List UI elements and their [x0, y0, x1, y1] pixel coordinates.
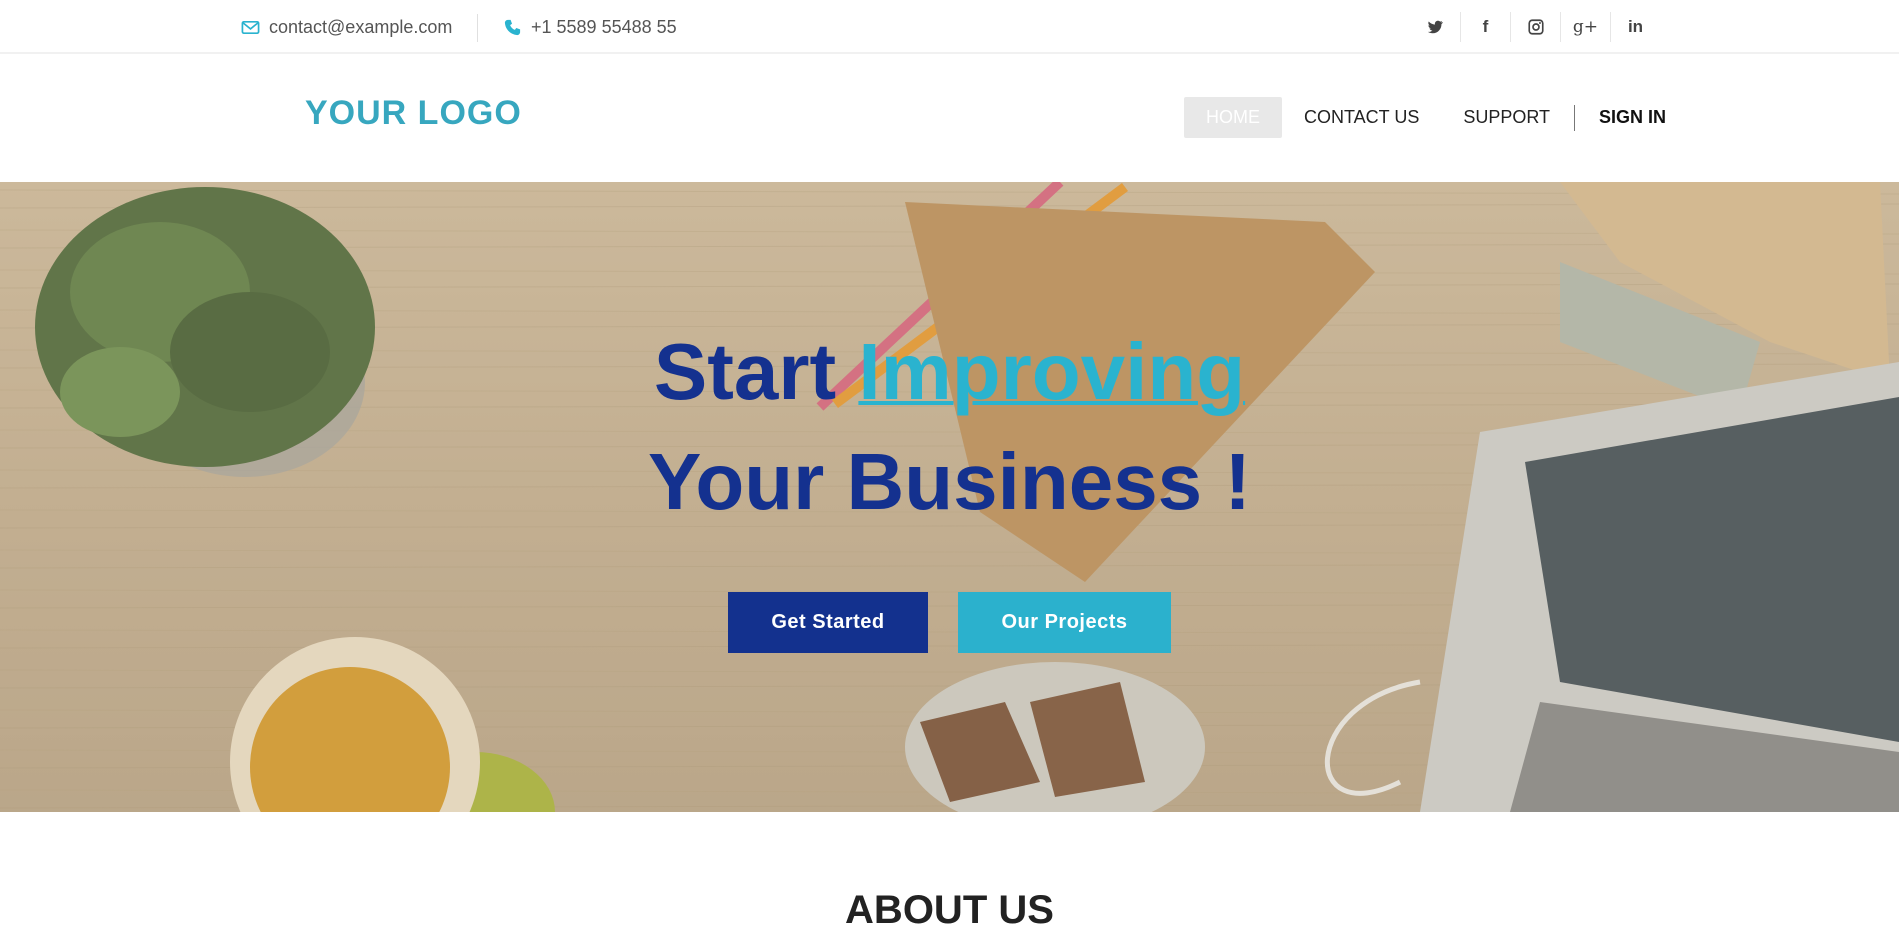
google-plus-icon: g+	[1572, 17, 1599, 37]
nav-sign-in[interactable]: SIGN IN	[1577, 97, 1688, 138]
twitter-link[interactable]	[1410, 12, 1460, 42]
twitter-icon	[1427, 20, 1443, 34]
instagram-icon	[1527, 19, 1544, 35]
instagram-link[interactable]	[1510, 12, 1560, 42]
about-us-heading: ABOUT US	[845, 888, 1054, 932]
our-projects-button[interactable]: Our Projects	[958, 592, 1171, 653]
phone-icon	[504, 19, 521, 35]
nav-support[interactable]: SUPPORT	[1441, 97, 1572, 138]
nav-contact-us[interactable]: CONTACT US	[1282, 97, 1441, 138]
social-links: f g+ in	[1410, 12, 1660, 42]
site-header: YOUR LOGO HOME CONTACT US SUPPORT SIGN I…	[0, 54, 1899, 182]
linkedin-link[interactable]: in	[1610, 12, 1660, 42]
top-contact-bar: contact@example.com +1 5589 55488 55 f g…	[0, 0, 1899, 54]
contact-divider	[477, 14, 478, 42]
contact-phone[interactable]: +1 5589 55488 55	[503, 16, 677, 38]
hero-section: Start Improving Your Business ! Get Star…	[0, 182, 1899, 812]
get-started-button[interactable]: Get Started	[728, 592, 928, 653]
contact-email-text: contact@example.com	[269, 16, 453, 37]
contact-phone-text: +1 5589 55488 55	[531, 16, 677, 37]
main-nav: HOME CONTACT US SUPPORT SIGN IN	[1184, 97, 1688, 138]
contact-email[interactable]: contact@example.com	[241, 16, 452, 38]
hero-title-line-2: Your Business !	[647, 437, 1252, 526]
linkedin-icon: in	[1627, 17, 1644, 36]
hero-title-accent: Improving	[858, 327, 1246, 416]
hero-title-start: Start	[653, 327, 837, 416]
nav-home[interactable]: HOME	[1184, 97, 1282, 138]
site-logo[interactable]: YOUR LOGO	[305, 94, 522, 133]
google-plus-link[interactable]: g+	[1560, 12, 1610, 42]
hero-title-line-1: Start Improving	[0, 317, 1899, 427]
facebook-link[interactable]: f	[1460, 12, 1510, 42]
facebook-icon: f	[1482, 17, 1489, 36]
nav-divider	[1574, 104, 1576, 131]
envelope-icon	[241, 20, 260, 34]
